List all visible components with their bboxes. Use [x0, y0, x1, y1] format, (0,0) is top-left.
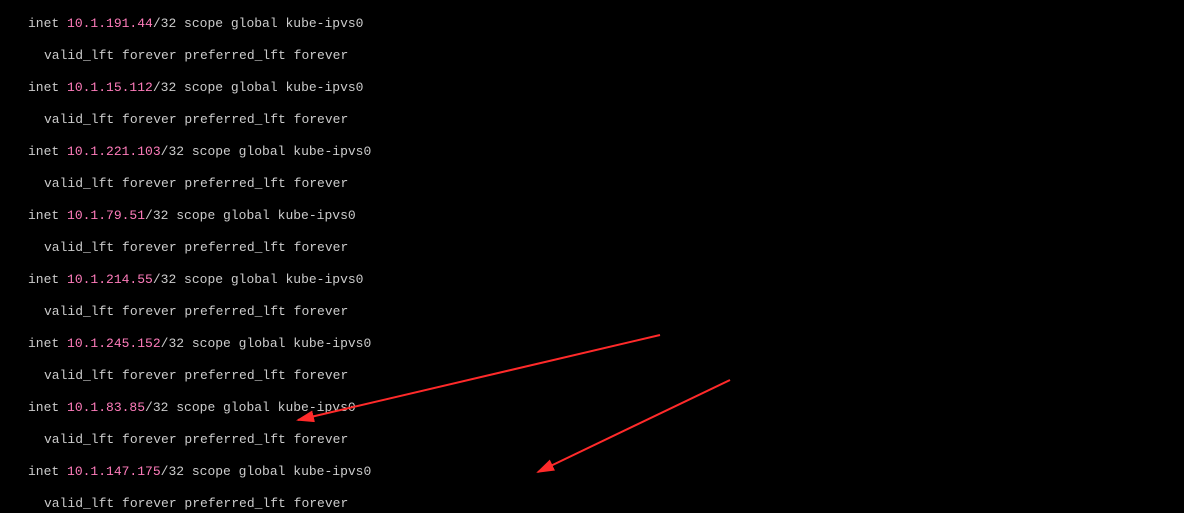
valid-lft-line: valid_lft forever preferred_lft forever	[4, 240, 1180, 256]
valid-lft-line: valid_lft forever preferred_lft forever	[4, 304, 1180, 320]
ip-address: 10.1.79.51	[67, 208, 145, 223]
valid-lft-line: valid_lft forever preferred_lft forever	[4, 432, 1180, 448]
arrow-annotation	[538, 380, 730, 472]
ip-address: 10.1.245.152	[67, 336, 161, 351]
ip-address: 10.1.15.112	[67, 80, 153, 95]
inet-line: inet 10.1.83.85/32 scope global kube-ipv…	[4, 400, 1180, 416]
ip-address: 10.1.147.175	[67, 464, 161, 479]
inet-line: inet 10.1.15.112/32 scope global kube-ip…	[4, 80, 1180, 96]
inet-line: inet 10.1.221.103/32 scope global kube-i…	[4, 144, 1180, 160]
inet-line: inet 10.1.79.51/32 scope global kube-ipv…	[4, 208, 1180, 224]
valid-lft-line: valid_lft forever preferred_lft forever	[4, 368, 1180, 384]
valid-lft-line: valid_lft forever preferred_lft forever	[4, 112, 1180, 128]
ip-address: 10.1.191.44	[67, 16, 153, 31]
inet-line: inet 10.1.191.44/32 scope global kube-ip…	[4, 16, 1180, 32]
inet-line: inet 10.1.147.175/32 scope global kube-i…	[4, 464, 1180, 480]
terminal-output[interactable]: inet 10.1.191.44/32 scope global kube-ip…	[0, 0, 1184, 513]
valid-lft-line: valid_lft forever preferred_lft forever	[4, 176, 1180, 192]
valid-lft-line: valid_lft forever preferred_lft forever	[4, 48, 1180, 64]
ip-address: 10.1.83.85	[67, 400, 145, 415]
inet-line: inet 10.1.214.55/32 scope global kube-ip…	[4, 272, 1180, 288]
valid-lft-line: valid_lft forever preferred_lft forever	[4, 496, 1180, 512]
inet-line: inet 10.1.245.152/32 scope global kube-i…	[4, 336, 1180, 352]
ip-address: 10.1.221.103	[67, 144, 161, 159]
ip-address: 10.1.214.55	[67, 272, 153, 287]
